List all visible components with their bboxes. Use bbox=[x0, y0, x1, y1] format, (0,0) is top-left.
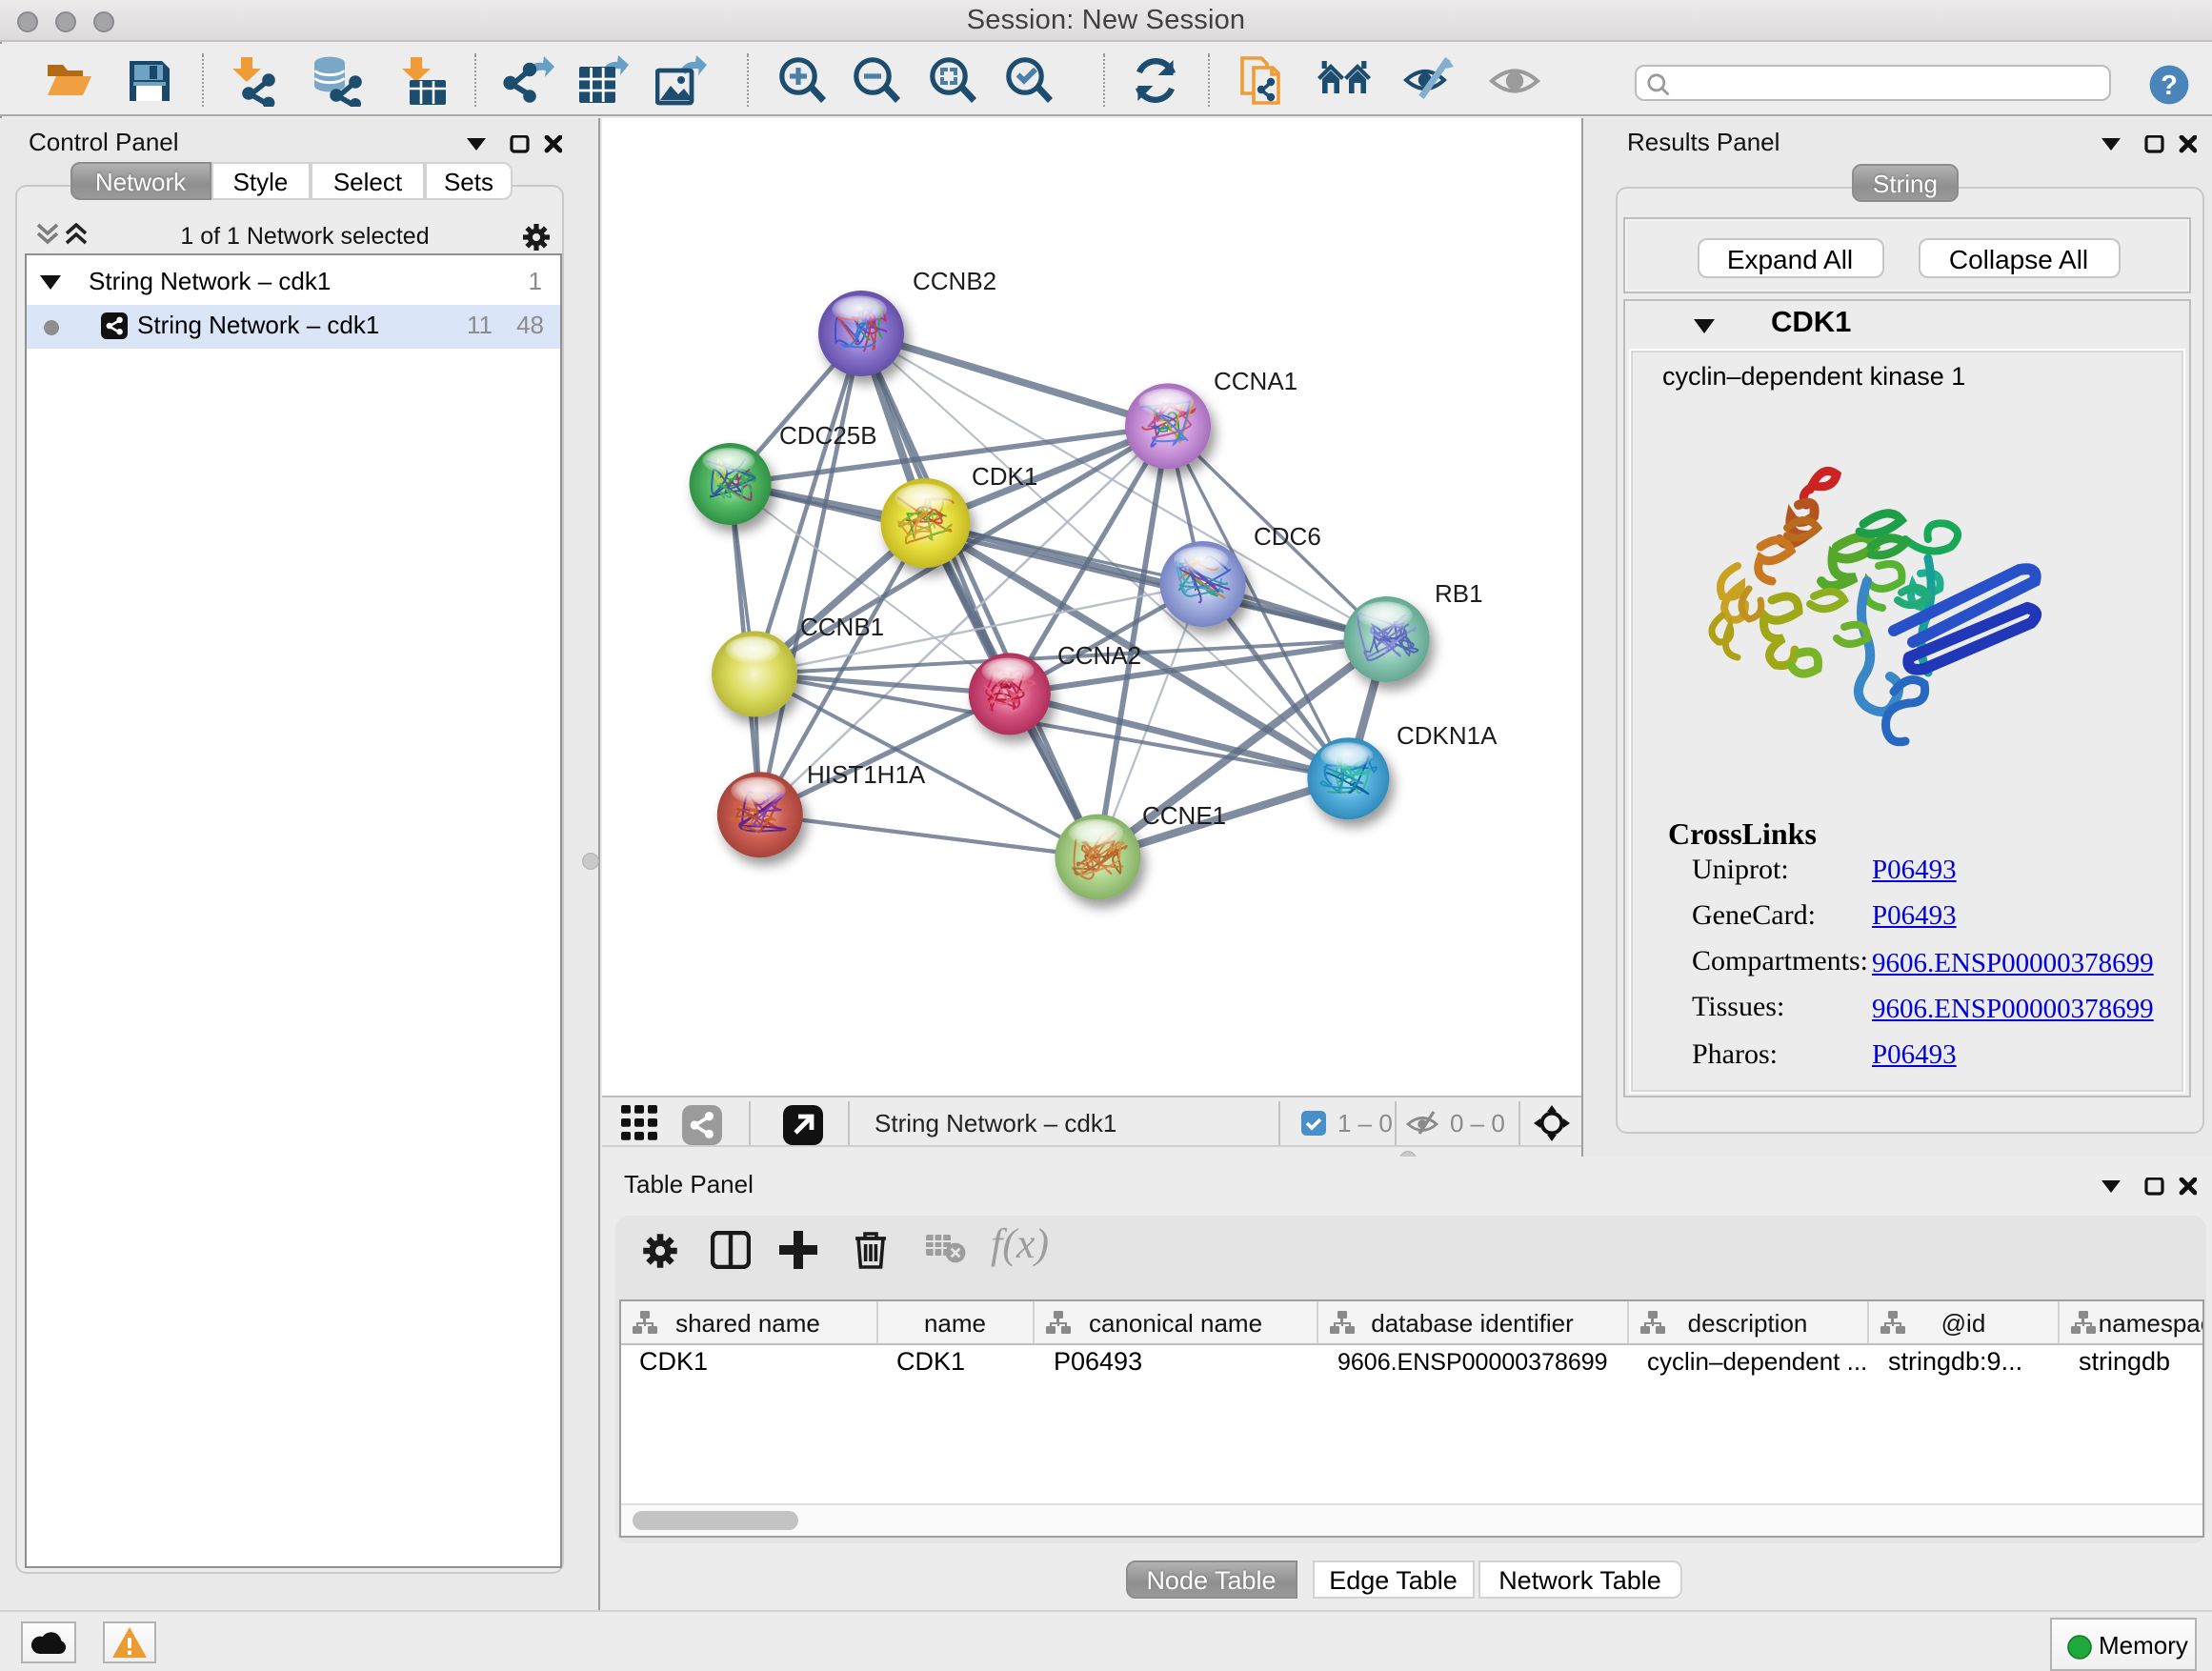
svg-text:RB1: RB1 bbox=[1435, 579, 1483, 608]
svg-text:?: ? bbox=[2160, 70, 2177, 100]
svg-text:CCNB2: CCNB2 bbox=[913, 267, 996, 295]
svg-text:HIST1H1A: HIST1H1A bbox=[807, 760, 926, 789]
svg-text:CDKN1A: CDKN1A bbox=[1397, 721, 1498, 750]
svg-text:CCNB1: CCNB1 bbox=[800, 613, 884, 641]
svg-text:CCNA2: CCNA2 bbox=[1057, 641, 1141, 670]
svg-text:CCNE1: CCNE1 bbox=[1142, 801, 1226, 830]
svg-text:CDC6: CDC6 bbox=[1254, 522, 1321, 551]
svg-text:CCNA1: CCNA1 bbox=[1214, 367, 1297, 395]
svg-text:CDK1: CDK1 bbox=[972, 462, 1037, 491]
svg-text:CDC25B: CDC25B bbox=[779, 421, 877, 450]
